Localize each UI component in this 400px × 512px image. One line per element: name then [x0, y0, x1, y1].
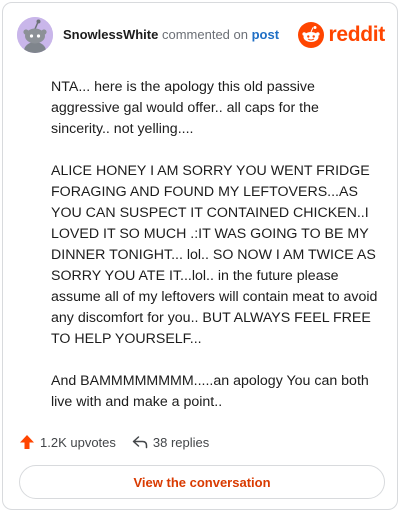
- action-text: commented on: [161, 27, 248, 42]
- view-conversation-button[interactable]: View the conversation: [19, 465, 385, 499]
- reply-arrow-icon: [132, 436, 148, 449]
- comment-paragraph: ALICE HONEY I AM SORRY YOU WENT FRIDGE F…: [51, 163, 378, 347]
- comment-stats: 1.2K upvotes 38 replies: [19, 431, 209, 453]
- replies-group[interactable]: 38 replies: [132, 434, 209, 450]
- upvote-group[interactable]: 1.2K upvotes: [19, 434, 116, 450]
- comment-card: SnowlessWhite commented on post reddit N…: [2, 2, 398, 510]
- reply-count: 38 replies: [152, 434, 210, 450]
- avatar[interactable]: [17, 17, 53, 53]
- snoo-avatar-icon: [17, 17, 53, 53]
- username[interactable]: SnowlessWhite: [63, 27, 158, 42]
- comment-paragraph: NTA... here is the apology this old pass…: [51, 79, 319, 137]
- reddit-brand[interactable]: reddit: [298, 20, 385, 50]
- comment-header: SnowlessWhite commented on post reddit: [17, 17, 387, 53]
- reddit-logo-icon: [298, 22, 325, 48]
- comment-paragraph: And BAMMMMMMMM.....an apology You can bo…: [51, 373, 369, 410]
- byline: SnowlessWhite commented on post: [63, 27, 279, 42]
- comment-body: NTA... here is the apology this old pass…: [51, 77, 381, 434]
- upvote-count: 1.2K upvotes: [40, 434, 116, 450]
- reddit-wordmark: reddit: [328, 23, 385, 46]
- post-link[interactable]: post: [252, 27, 279, 42]
- upvote-arrow-icon: [20, 435, 34, 449]
